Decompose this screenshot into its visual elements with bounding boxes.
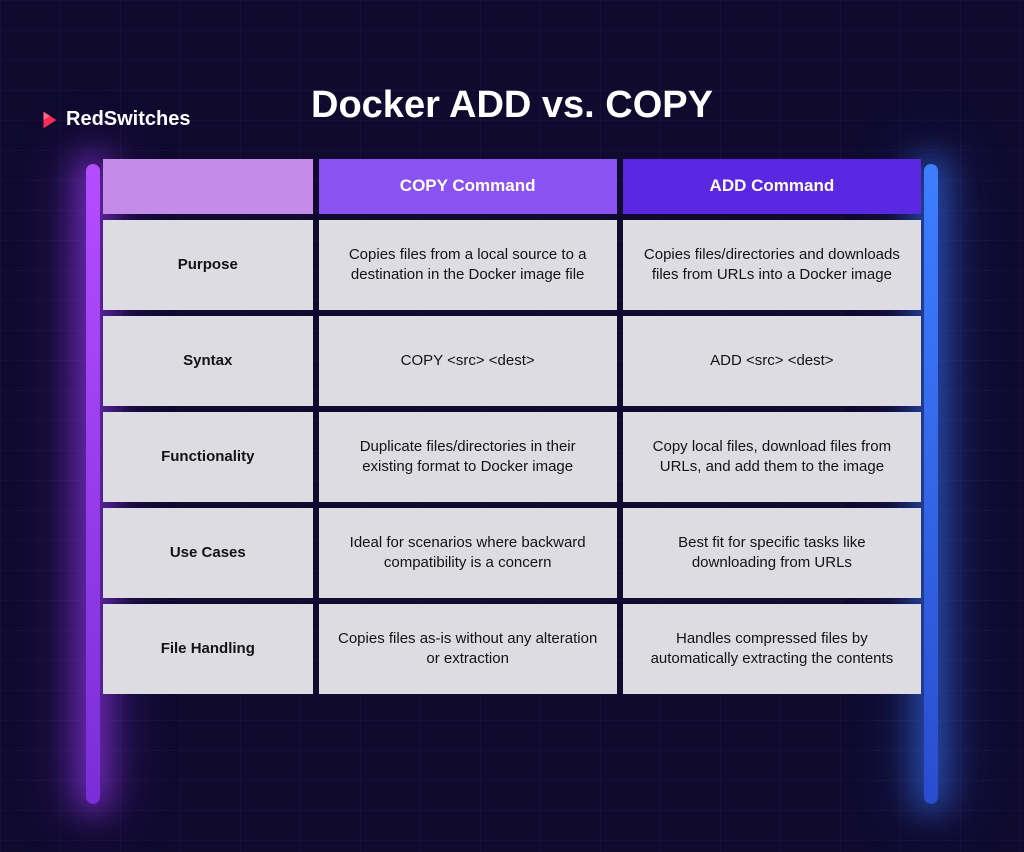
brand-logo: RedSwitches: [38, 108, 190, 131]
cell-copy: Copies files as-is without any alteratio…: [319, 604, 617, 694]
row-label: Syntax: [103, 316, 313, 406]
cell-add: Handles compressed files by automaticall…: [623, 604, 921, 694]
header-add: ADD Command: [623, 159, 921, 214]
comparison-table-container: COPY Command ADD Command Purpose Copies …: [97, 153, 927, 700]
cell-add: Copy local files, download files from UR…: [623, 412, 921, 502]
cell-add: Copies files/directories and downloads f…: [623, 220, 921, 310]
cell-add: ADD <src> <dest>: [623, 316, 921, 406]
cell-add: Best fit for specific tasks like downloa…: [623, 508, 921, 598]
row-label: Functionality: [103, 412, 313, 502]
comparison-table: COPY Command ADD Command Purpose Copies …: [97, 153, 927, 700]
row-label: Purpose: [103, 220, 313, 310]
header-copy: COPY Command: [319, 159, 617, 214]
row-label: File Handling: [103, 604, 313, 694]
brand-name: RedSwitches: [66, 108, 190, 131]
cell-copy: Ideal for scenarios where backward compa…: [319, 508, 617, 598]
play-icon: [38, 109, 60, 131]
cell-copy: COPY <src> <dest>: [319, 316, 617, 406]
cell-copy: Copies files from a local source to a de…: [319, 220, 617, 310]
table-row: File Handling Copies files as-is without…: [103, 604, 921, 694]
table-row: Syntax COPY <src> <dest> ADD <src> <dest…: [103, 316, 921, 406]
table-row: Use Cases Ideal for scenarios where back…: [103, 508, 921, 598]
cell-copy: Duplicate files/directories in their exi…: [319, 412, 617, 502]
table-row: Functionality Duplicate files/directorie…: [103, 412, 921, 502]
row-label: Use Cases: [103, 508, 313, 598]
header-blank: [103, 159, 313, 214]
table-row: Purpose Copies files from a local source…: [103, 220, 921, 310]
